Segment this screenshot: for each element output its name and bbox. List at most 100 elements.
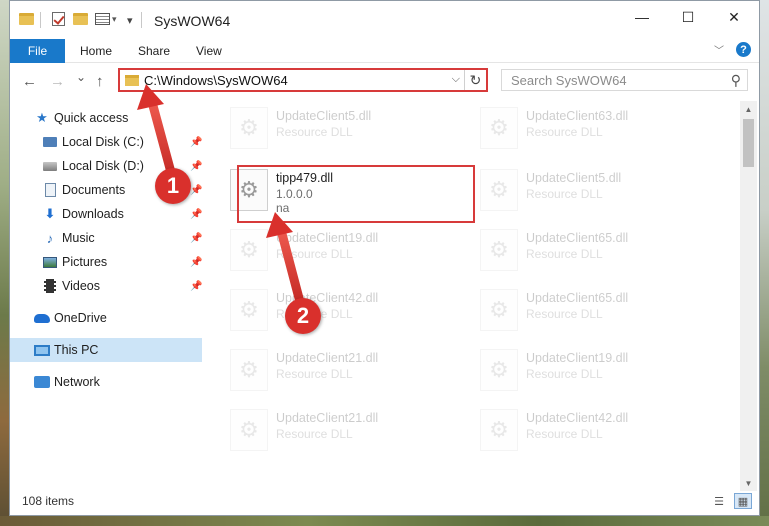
file-item[interactable]: ⚙ UpdateClient21.dll Resource DLL	[220, 403, 450, 455]
customize-dropdown-icon[interactable]: ▾	[127, 14, 133, 27]
file-type: Resource DLL	[526, 125, 603, 139]
local-disk-c-icon	[42, 135, 58, 149]
tab-file[interactable]: File	[10, 39, 65, 63]
file-item[interactable]: ⚙ UpdateClient19.dll Resource DLL	[220, 223, 450, 275]
file-list: ⚙ UpdateClient5.dll Resource DLL ⚙ tipp4…	[220, 101, 740, 486]
tab-share[interactable]: Share	[138, 44, 170, 58]
minimize-button[interactable]: —	[619, 1, 665, 33]
dll-gear-icon: ⚙	[230, 289, 268, 331]
scroll-up-icon[interactable]: ▲	[740, 101, 757, 117]
videos-icon	[42, 279, 58, 293]
scroll-down-icon[interactable]: ▼	[740, 475, 757, 491]
address-path[interactable]: C:\Windows\SysWOW64	[144, 73, 288, 88]
window-title: SysWOW64	[154, 13, 231, 29]
file-name: UpdateClient65.dll	[526, 291, 629, 305]
this-pc-icon	[34, 343, 50, 357]
file-item[interactable]: ⚙ UpdateClient42.dll Resource DLL	[470, 403, 700, 455]
file-type: Resource DLL	[276, 367, 353, 381]
file-name: UpdateClient5.dll	[276, 109, 372, 123]
sidebar-item-label: Downloads	[62, 207, 124, 221]
onedrive-icon	[34, 311, 50, 325]
file-item[interactable]: ⚙ UpdateClient42.dll Resource DLL	[220, 283, 450, 335]
file-item[interactable]: ⚙ UpdateClient21.dll Resource DLL	[220, 343, 450, 395]
sidebar-item-network[interactable]: Network	[10, 370, 202, 394]
file-name: UpdateClient42.dll	[526, 411, 629, 425]
recent-locations-button[interactable]: ⌄	[76, 70, 86, 84]
properties-check-icon[interactable]	[52, 12, 65, 26]
file-name: UpdateClient65.dll	[526, 231, 629, 245]
file-type: Resource DLL	[276, 247, 353, 261]
file-item[interactable]: ⚙ UpdateClient65.dll Resource DLL	[470, 283, 700, 335]
sidebar-item-label: This PC	[54, 343, 99, 357]
file-item[interactable]: ⚙ UpdateClient63.dll Resource DLL	[470, 101, 700, 153]
sidebar-item-this-pc[interactable]: This PC	[10, 338, 202, 362]
navigation-bar: ← → ⌄ ↑ C:\Windows\SysWOW64 ⌵ ↻ Search S…	[10, 64, 759, 100]
file-highlight-box	[237, 165, 475, 223]
file-explorer-window: ▾ ▾ SysWOW64 — ☐ ✕ File Home Share View …	[9, 0, 760, 516]
sidebar-item-pictures[interactable]: Pictures 📌	[10, 250, 202, 274]
pin-icon: 📌	[190, 160, 203, 172]
search-box[interactable]: Search SysWOW64 ⚲	[501, 69, 748, 91]
new-folder-icon[interactable]	[73, 13, 88, 25]
file-item[interactable]: ⚙ UpdateClient65.dll Resource DLL	[470, 223, 700, 275]
scroll-thumb[interactable]	[743, 119, 754, 167]
desktop-background-left	[0, 0, 9, 526]
file-item[interactable]: ⚙ UpdateClient5.dll Resource DLL	[470, 163, 700, 215]
file-type: Resource DLL	[526, 247, 603, 261]
sidebar-item-local-disk-c[interactable]: Local Disk (C:) 📌	[10, 130, 202, 154]
documents-icon	[42, 183, 58, 197]
file-item[interactable]: ⚙ UpdateClient5.dll Resource DLL	[220, 101, 450, 153]
view-dropdown-icon[interactable]: ▾	[112, 14, 117, 25]
sidebar-item-onedrive[interactable]: OneDrive	[10, 306, 202, 330]
callout-step-2: 2	[285, 298, 321, 334]
address-bar[interactable]: C:\Windows\SysWOW64 ⌵ ↻	[118, 68, 488, 92]
local-disk-d-icon	[42, 159, 58, 173]
pin-icon: 📌	[190, 184, 203, 196]
file-item[interactable]: ⚙ UpdateClient19.dll Resource DLL	[470, 343, 700, 395]
up-button[interactable]: ↑	[96, 73, 104, 90]
dll-gear-icon: ⚙	[480, 289, 518, 331]
expand-ribbon-icon[interactable]: ﹀	[714, 42, 724, 57]
star-icon: ★	[36, 110, 48, 125]
sidebar-item-label: Quick access	[54, 111, 129, 125]
music-icon: ♪	[46, 230, 54, 246]
vertical-scrollbar[interactable]: ▲ ▼	[740, 101, 757, 491]
file-name: UpdateClient63.dll	[526, 109, 629, 123]
dll-gear-icon: ⚙	[480, 349, 518, 391]
search-input[interactable]: Search SysWOW64	[511, 73, 627, 88]
sidebar-item-music[interactable]: ♪ Music 📌	[10, 226, 203, 250]
dll-gear-icon: ⚙	[480, 409, 518, 451]
refresh-button[interactable]: ↻	[464, 70, 486, 90]
sidebar-item-quick-access[interactable]: ★ Quick access	[10, 106, 202, 130]
search-icon[interactable]: ⚲	[731, 72, 741, 89]
address-dropdown-icon[interactable]: ⌵	[452, 73, 460, 86]
tiles-view-icon[interactable]: ▦	[734, 493, 752, 509]
status-bar: 108 items ☰ ▦	[10, 491, 759, 515]
file-type: Resource DLL	[526, 187, 603, 201]
toolbar-separator	[40, 12, 41, 28]
tab-view[interactable]: View	[196, 44, 222, 58]
close-button[interactable]: ✕	[711, 1, 757, 33]
dll-gear-icon: ⚙	[230, 409, 268, 451]
folder-icon[interactable]	[19, 13, 34, 25]
help-icon[interactable]: ?	[736, 42, 751, 57]
maximize-button[interactable]: ☐	[665, 1, 711, 33]
details-view-icon[interactable]: ☰	[710, 493, 728, 509]
file-name: UpdateClient21.dll	[276, 351, 379, 365]
forward-button[interactable]: →	[50, 73, 65, 90]
tab-home[interactable]: Home	[80, 44, 112, 58]
dll-gear-icon: ⚙	[230, 229, 268, 271]
back-button[interactable]: ←	[22, 73, 37, 90]
pin-icon: 📌	[190, 136, 203, 148]
sidebar-item-label: Network	[54, 375, 100, 389]
pin-icon: 📌	[190, 256, 203, 268]
properties-icon[interactable]	[95, 13, 110, 25]
sidebar-item-downloads[interactable]: ⬇ Downloads 📌	[10, 202, 203, 226]
file-name: UpdateClient21.dll	[276, 411, 379, 425]
sidebar-item-label: Videos	[62, 279, 100, 293]
dll-gear-icon: ⚙	[480, 169, 518, 211]
network-icon	[34, 375, 50, 389]
file-type: Resource DLL	[526, 427, 603, 441]
sidebar-item-videos[interactable]: Videos 📌	[10, 274, 202, 298]
sidebar-item-label: Pictures	[62, 255, 108, 269]
